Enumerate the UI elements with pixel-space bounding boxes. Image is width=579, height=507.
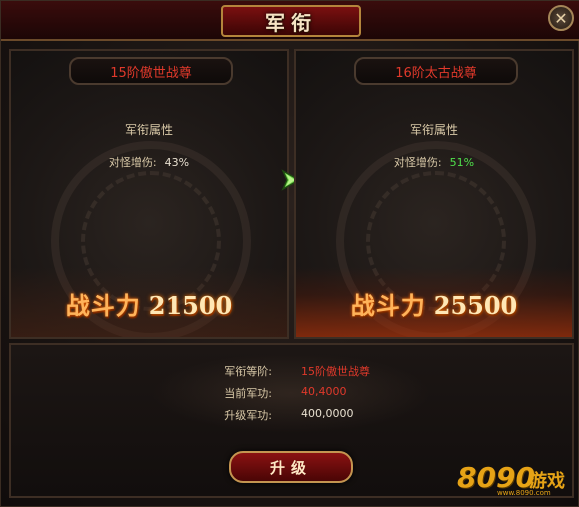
current-rank-panel: 15阶傲世战尊 军衔属性 对怪增伤: 43% 战斗力 21500 <box>9 49 289 339</box>
next-rank-name: 16阶太古战尊 <box>395 65 477 81</box>
current-rank-name: 15阶傲世战尊 <box>110 65 192 81</box>
upgrade-label: 升级 <box>269 458 312 477</box>
window-title: 军衔 <box>265 10 317 35</box>
attr-value: 51% <box>449 156 475 169</box>
attr-label: 对怪增伤: <box>393 156 442 169</box>
watermark-logo: 8090 游戏 www.8090.com <box>457 461 575 497</box>
info-value: 15阶傲世战尊 <box>301 365 370 378</box>
title-bar: 军衔 ✕ <box>1 1 579 41</box>
watermark-url: www.8090.com <box>497 489 551 497</box>
info-row-required-merit: 升级军功: 400,0000 <box>11 407 572 423</box>
power-value: 21500 <box>148 291 233 320</box>
info-row-current-merit: 当前军功: 40,4000 <box>11 385 572 401</box>
info-value: 400,0000 <box>301 407 354 420</box>
attr-row: 对怪增伤: 43% <box>11 154 287 170</box>
rank-name-plate: 15阶傲世战尊 <box>69 57 233 85</box>
rank-window: 军衔 ✕ 15阶傲世战尊 军衔属性 对怪增伤: 43% 战斗力 21500 16阶太… <box>0 0 579 507</box>
power-value: 25500 <box>433 291 518 320</box>
next-rank-panel: 16阶太古战尊 军衔属性 对怪增伤: 51% 战斗力 25500 <box>294 49 574 339</box>
rank-name-plate: 16阶太古战尊 <box>354 57 518 85</box>
close-icon: ✕ <box>554 8 568 28</box>
attr-title: 军衔属性 <box>409 123 458 137</box>
combat-power: 战斗力 25500 <box>296 286 572 321</box>
power-label: 战斗力 <box>350 291 426 320</box>
info-label: 当前军功: <box>224 387 272 400</box>
info-label: 军衔等阶: <box>224 365 272 378</box>
attr-value: 43% <box>164 156 190 169</box>
info-value: 40,4000 <box>301 385 347 398</box>
info-label: 升级军功: <box>224 409 272 422</box>
info-row-rank: 军衔等阶: 15阶傲世战尊 <box>11 363 572 379</box>
close-button[interactable]: ✕ <box>548 5 574 31</box>
combat-power: 战斗力 21500 <box>11 286 287 321</box>
title-plate: 军衔 <box>221 5 361 37</box>
power-label: 战斗力 <box>65 291 141 320</box>
attr-title: 军衔属性 <box>124 123 173 137</box>
attr-row: 对怪增伤: 51% <box>296 154 572 170</box>
upgrade-button[interactable]: 升级 <box>229 451 353 483</box>
attr-label: 对怪增伤: <box>108 156 157 169</box>
